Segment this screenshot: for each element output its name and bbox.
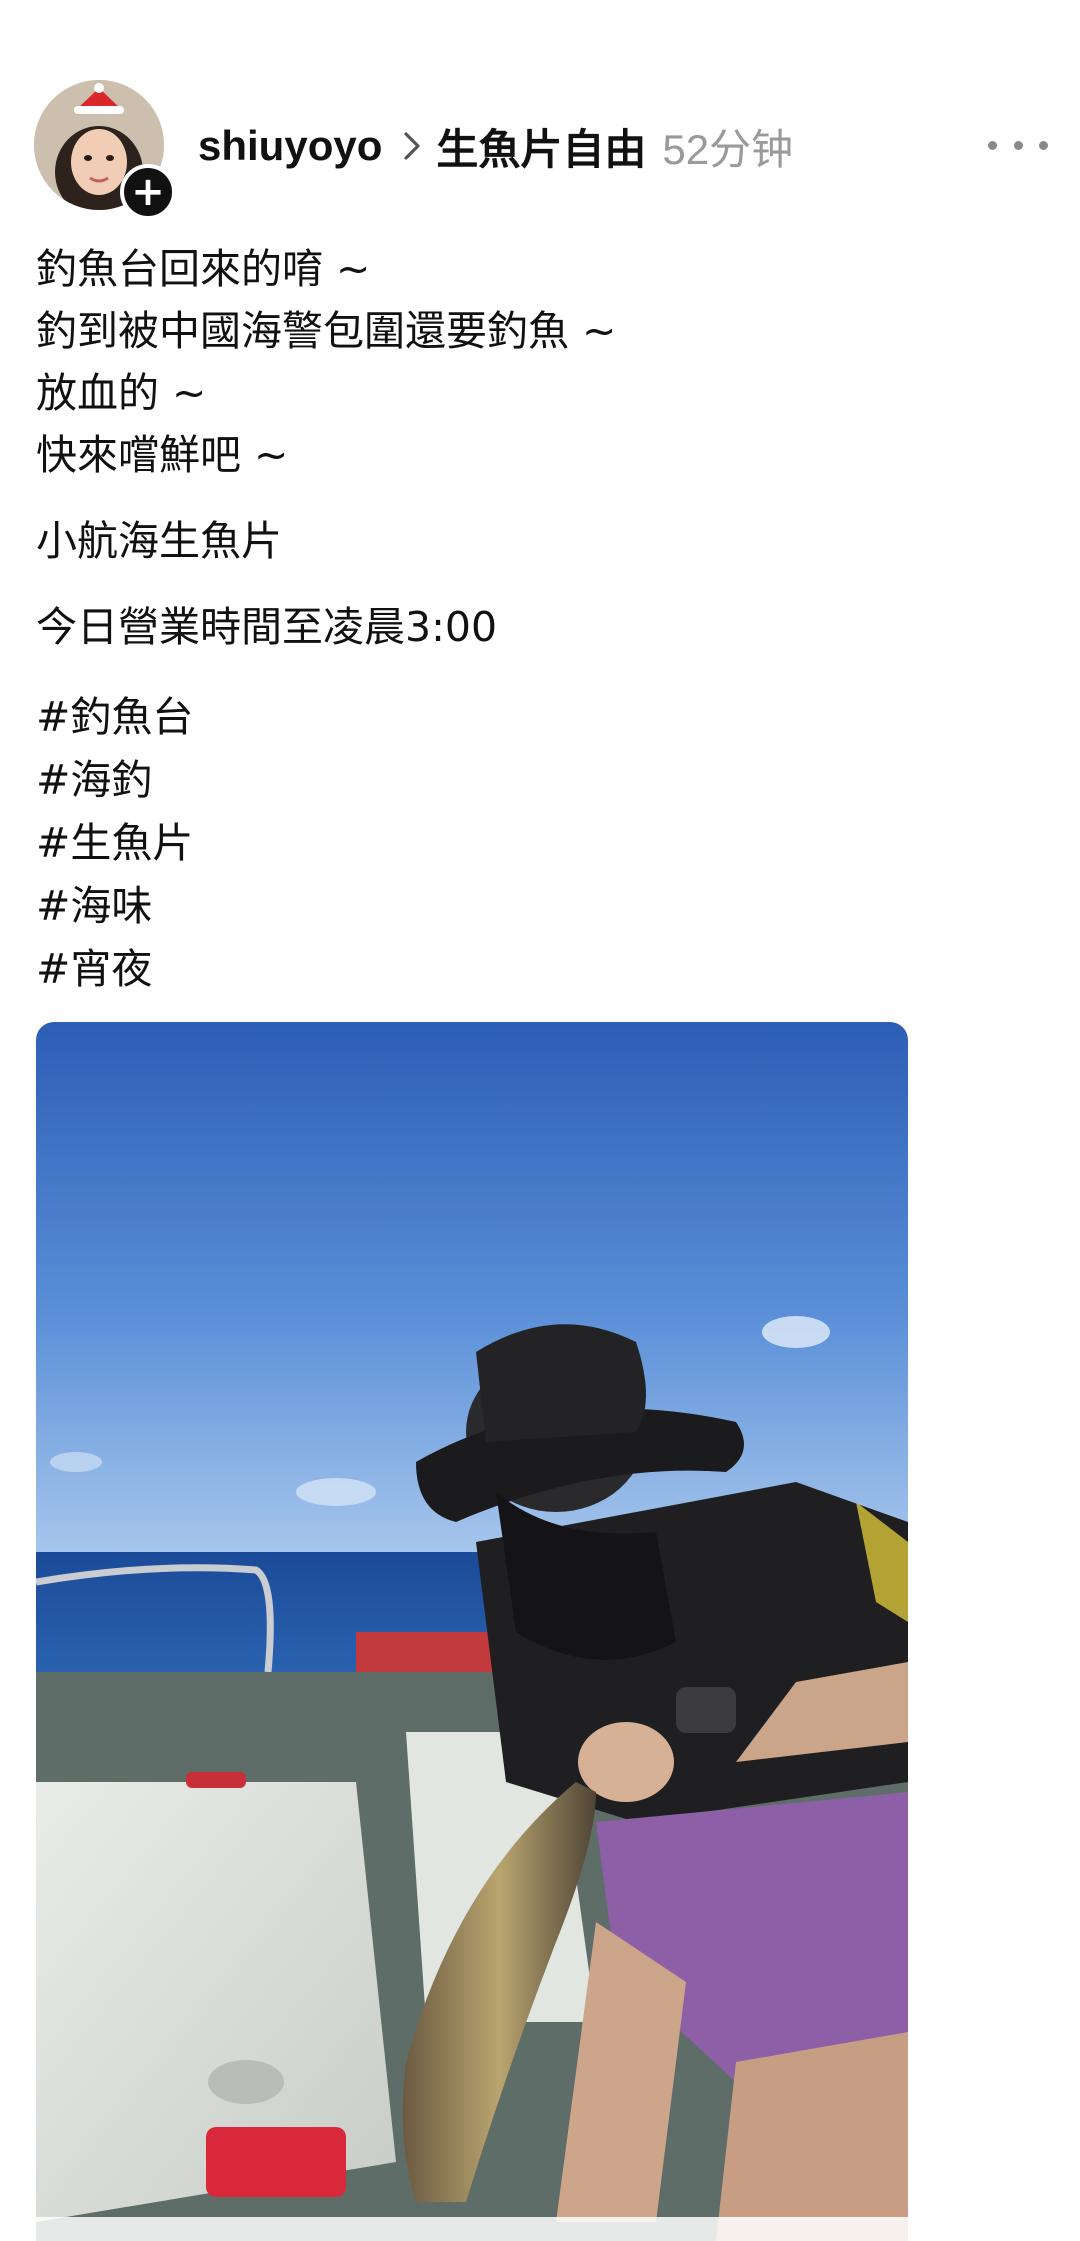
username[interactable]: shiuyoyo	[198, 122, 382, 170]
post-line: 快來嚐鮮吧 ~	[36, 431, 289, 479]
hashtag[interactable]: #宵夜	[36, 938, 193, 1001]
post-body: 釣魚台回來的唷 ~ 釣到被中國海警包圍還要釣魚 ~ 放血的 ~ 快來嚐鮮吧 ~ …	[36, 238, 1036, 658]
post-line: 釣到被中國海警包圍還要釣魚 ~	[36, 307, 617, 355]
topic-link[interactable]: 生魚片自由	[436, 116, 646, 177]
plus-icon[interactable]: +	[120, 164, 176, 220]
post-photo[interactable]	[36, 1022, 908, 2241]
hashtag-list: #釣魚台 #海釣 #生魚片 #海味 #宵夜	[36, 686, 193, 1001]
post-line: 釣魚台回來的唷 ~	[36, 245, 371, 293]
post-line: 放血的 ~	[36, 369, 207, 417]
business-hours: 今日營業時間至凌晨3:00	[36, 603, 498, 651]
post-header: + shiuyoyo 生魚片自由 52分钟	[34, 80, 1054, 220]
chevron-right-icon	[402, 131, 422, 161]
post-card: + shiuyoyo 生魚片自由 52分钟 釣魚台回來的唷 ~ 釣到被中國海警包…	[0, 0, 1080, 2241]
more-horizontal-icon[interactable]	[988, 130, 1048, 160]
hashtag[interactable]: #釣魚台	[36, 686, 193, 749]
header-line: shiuyoyo 生魚片自由 52分钟	[198, 116, 793, 176]
shop-name: 小航海生魚片	[36, 517, 282, 565]
hashtag[interactable]: #海味	[36, 875, 193, 938]
hashtag[interactable]: #生魚片	[36, 812, 193, 875]
avatar[interactable]: +	[34, 80, 176, 220]
post-time: 52分钟	[662, 125, 794, 173]
hashtag[interactable]: #海釣	[36, 749, 193, 812]
